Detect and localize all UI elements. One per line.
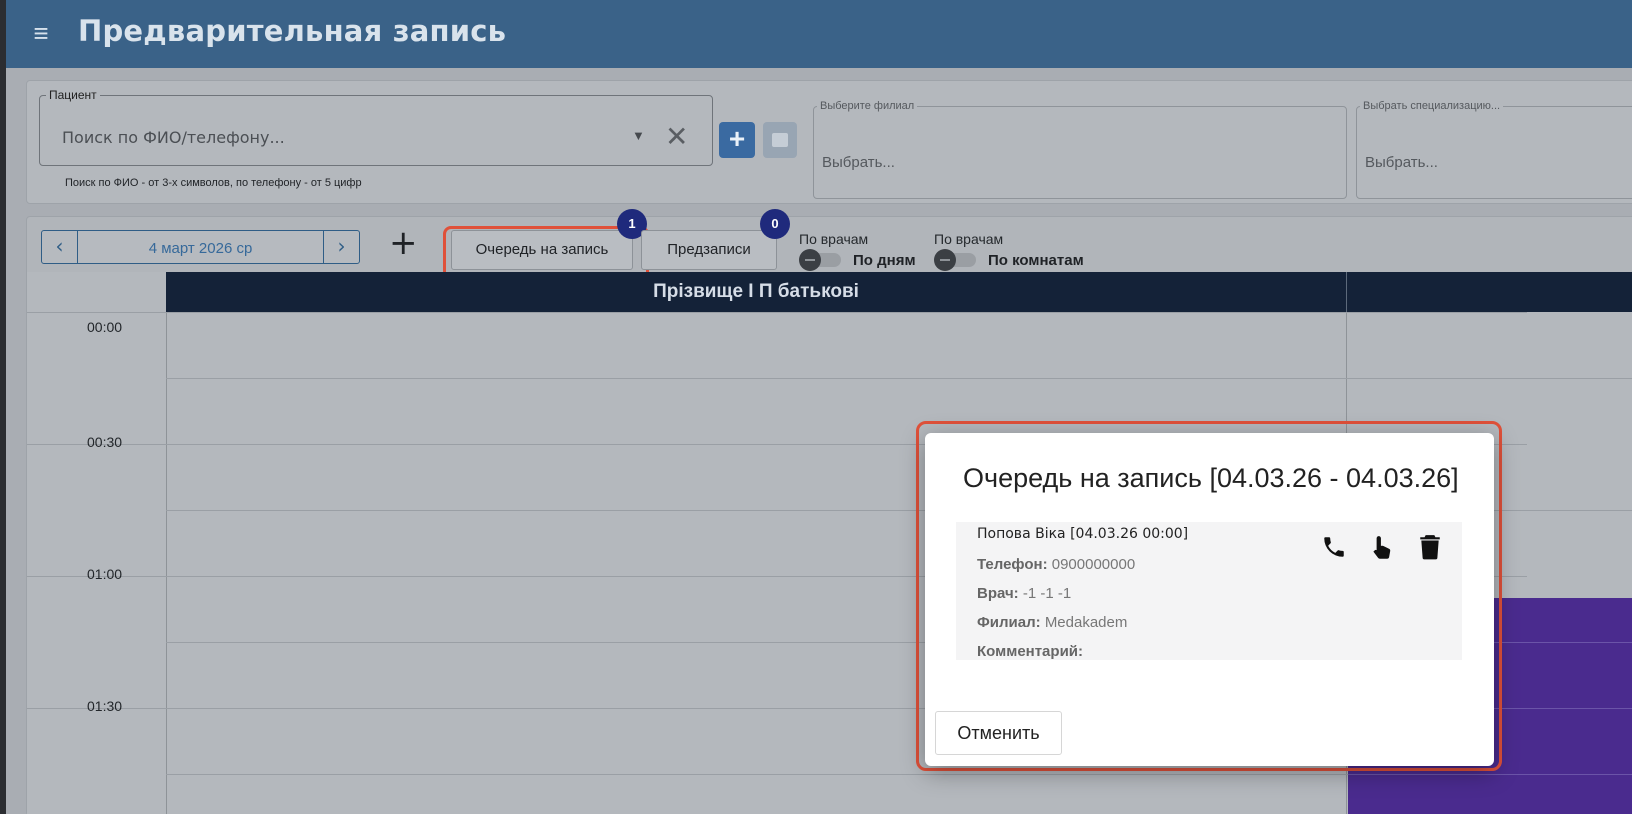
entry-comment-row: Комментарий: bbox=[977, 643, 1083, 660]
current-date[interactable]: 4 март 2026 ср bbox=[78, 240, 323, 257]
time-label: 01:00 bbox=[87, 566, 123, 582]
second-column-header bbox=[1346, 272, 1632, 312]
chevron-right-icon[interactable]: › bbox=[323, 231, 359, 263]
toggle-by-rooms-label: По комнатам bbox=[988, 252, 1084, 269]
patient-legend: Пациент bbox=[49, 88, 97, 102]
branch-select[interactable]: Выберите филиал Выбрать... bbox=[813, 100, 1347, 199]
grid-line bbox=[166, 378, 1632, 379]
specialization-select[interactable]: Выбрать специализацию... Выбрать... bbox=[1356, 100, 1632, 199]
entry-doctor-row: Врач: -1 -1 -1 bbox=[977, 585, 1071, 602]
time-column-divider bbox=[166, 312, 167, 814]
entry-branch-row: Филиал: Medakadem bbox=[977, 614, 1127, 631]
patient-field[interactable]: Пациент Поиск по ФИО/телефону... ▼ ✕ bbox=[39, 88, 713, 166]
branch-value: Выбрать... bbox=[822, 154, 895, 171]
entry-phone-row: Телефон: 0900000000 bbox=[977, 556, 1135, 573]
time-label: 00:00 bbox=[87, 319, 123, 335]
time-label: 01:30 bbox=[87, 698, 123, 714]
add-appointment-button[interactable]: + bbox=[389, 223, 418, 263]
dialog-title: Очередь на запись [04.03.26 - 04.03.26] bbox=[963, 463, 1459, 493]
entry-patient-name: Попова Віка [04.03.26 00:00] bbox=[977, 526, 1189, 542]
top-bar: ≡ Предварительная запись bbox=[6, 0, 1632, 68]
entry-branch-label: Филиал: bbox=[977, 614, 1041, 631]
queue-dialog: Очередь на запись [04.03.26 - 04.03.26] … bbox=[925, 433, 1494, 766]
date-navigator: ‹ 4 март 2026 ср › bbox=[41, 230, 360, 264]
entry-phone: 0900000000 bbox=[1051, 556, 1136, 573]
entry-comment-label: Комментарий: bbox=[977, 643, 1084, 660]
page-title: Предварительная запись bbox=[78, 14, 507, 48]
prebookings-count-badge: 0 bbox=[760, 209, 790, 239]
toggle-by-rooms-switch[interactable] bbox=[934, 249, 978, 271]
dropdown-arrow-icon[interactable]: ▼ bbox=[632, 128, 645, 143]
specialization-legend: Выбрать специализацию... bbox=[1363, 100, 1501, 112]
time-label: 00:30 bbox=[87, 434, 123, 450]
toggle-by-days-top-label: По врачам bbox=[799, 231, 869, 247]
specialization-value: Выбрать... bbox=[1365, 154, 1438, 171]
add-patient-button[interactable]: + bbox=[719, 122, 755, 158]
doctor-column-header: Прізвище І П батькові bbox=[166, 272, 1346, 312]
patient-search-input[interactable]: Поиск по ФИО/телефону... bbox=[62, 128, 285, 147]
id-card-icon bbox=[772, 133, 788, 147]
toggle-by-days-label: По дням bbox=[853, 252, 916, 269]
hand-pointer-icon[interactable] bbox=[1368, 534, 1396, 562]
grid-line bbox=[27, 312, 1527, 313]
queue-entry: Попова Віка [04.03.26 00:00] Телефон: 09… bbox=[956, 522, 1462, 660]
toggle-by-rooms: По врачам По комнатам bbox=[934, 231, 1084, 271]
entry-branch: Medakadem bbox=[1044, 614, 1128, 631]
patient-card-button[interactable] bbox=[763, 122, 797, 158]
clear-icon[interactable]: ✕ bbox=[665, 120, 688, 153]
filter-panel: Пациент Поиск по ФИО/телефону... ▼ ✕ + П… bbox=[26, 80, 1632, 204]
hamburger-icon[interactable]: ≡ bbox=[26, 16, 56, 50]
appointment-divider bbox=[1348, 774, 1632, 775]
toggle-by-rooms-top-label: По врачам bbox=[934, 231, 1004, 247]
entry-doctor-label: Врач: bbox=[977, 585, 1019, 602]
chevron-left-icon[interactable]: ‹ bbox=[42, 231, 78, 263]
trash-icon[interactable] bbox=[1416, 534, 1444, 562]
search-hint: Поиск по ФИО - от 3-х символов, по телеф… bbox=[65, 177, 362, 189]
branch-legend: Выберите филиал bbox=[820, 100, 915, 112]
prebookings-button[interactable]: Предзаписи bbox=[641, 230, 777, 270]
queue-button[interactable]: Очередь на запись bbox=[451, 230, 633, 270]
toggle-by-days: По врачам По дням bbox=[799, 231, 916, 271]
entry-doctor: -1 -1 -1 bbox=[1022, 585, 1072, 602]
entry-phone-label: Телефон: bbox=[977, 556, 1048, 573]
phone-icon[interactable] bbox=[1320, 534, 1348, 562]
toggle-by-days-switch[interactable] bbox=[799, 249, 843, 271]
cancel-button[interactable]: Отменить bbox=[935, 711, 1062, 755]
